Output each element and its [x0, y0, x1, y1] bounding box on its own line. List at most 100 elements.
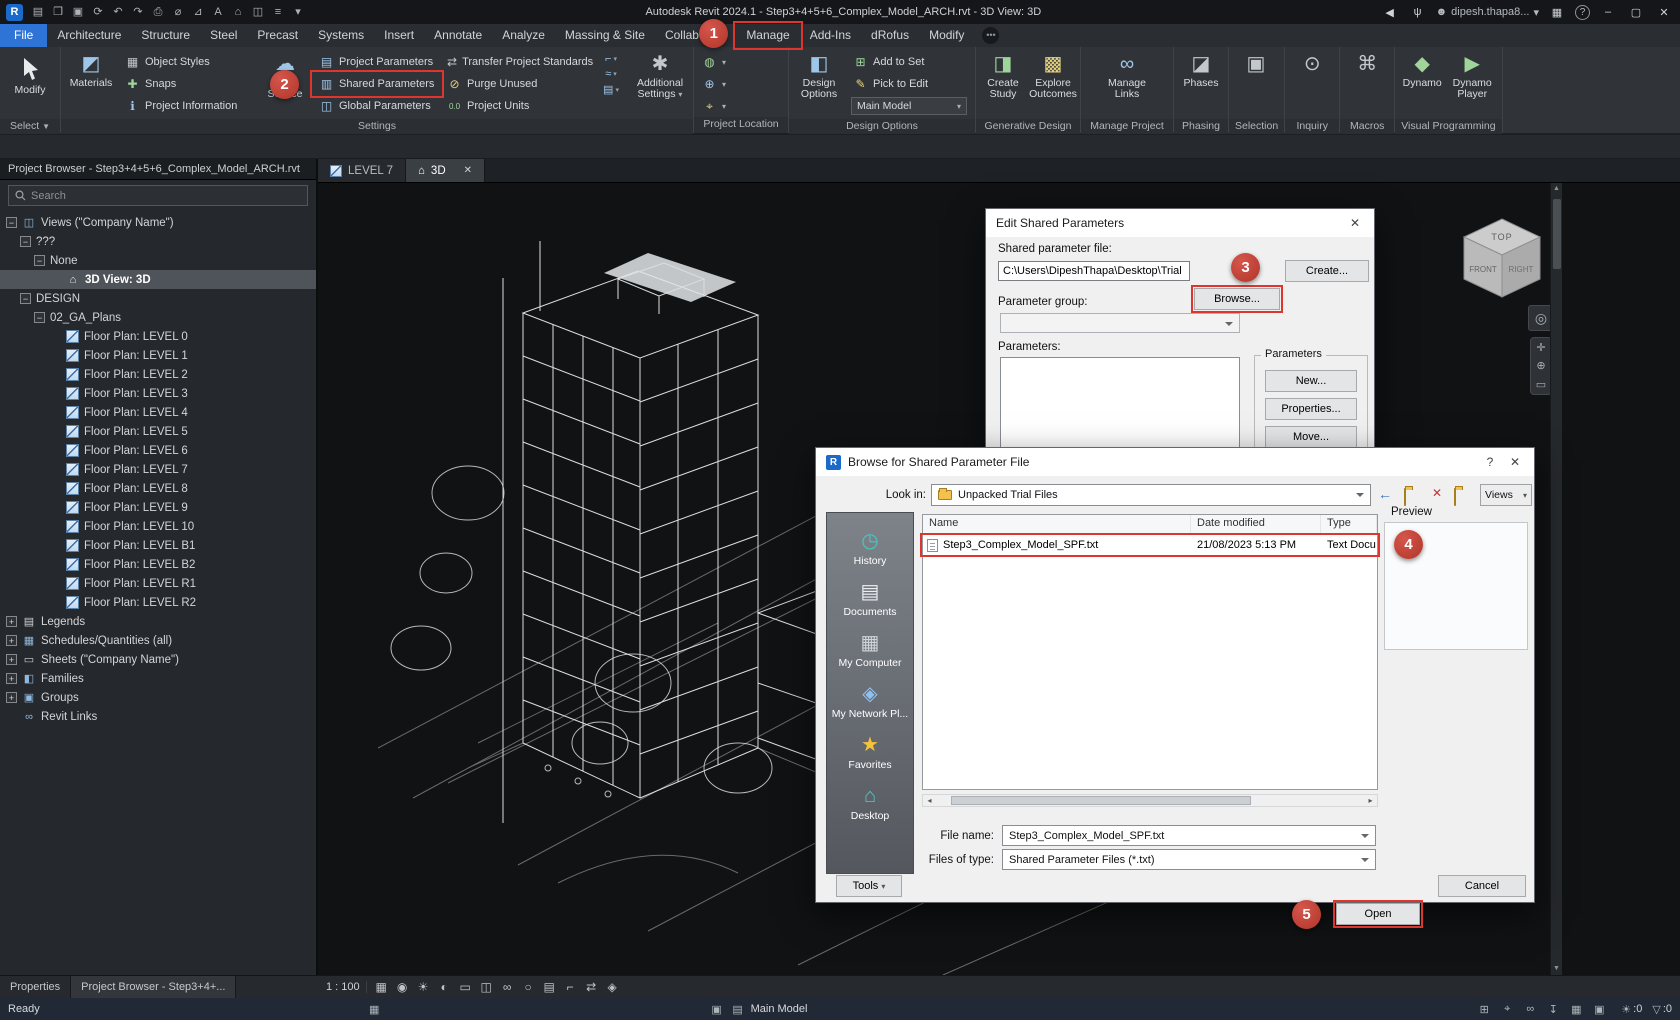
column-name[interactable]: Name [923, 515, 1191, 533]
move-parameter-button[interactable]: Move... [1265, 426, 1357, 448]
project-browser-search[interactable] [8, 185, 308, 206]
default-3d-view-icon[interactable]: ⌂ [229, 3, 247, 21]
manage-links-button[interactable]: ∞ ManageLinks [1099, 49, 1155, 119]
select-underlay-icon[interactable]: ▦ [1568, 1003, 1584, 1016]
app-menu-icon[interactable]: ▤ [29, 3, 47, 21]
location-button[interactable]: ◍▾ [696, 51, 786, 73]
open-button[interactable]: Open 5 [1336, 903, 1420, 925]
minimize-button[interactable]: – [1598, 6, 1618, 18]
tree-expander-icon[interactable]: − [34, 255, 45, 266]
worksharing-display-icon[interactable]: ⇄ [583, 980, 600, 994]
select-pinned-icon[interactable]: ↧ [1545, 1003, 1561, 1016]
tree-item-floor-plan-level-2[interactable]: Floor Plan: LEVEL 2 [0, 365, 316, 384]
show-crop-region-icon[interactable]: ◫ [478, 980, 495, 994]
explore-outcomes-button[interactable]: ▩ ExploreOutcomes [1028, 49, 1078, 119]
project-information-button[interactable]: ℹProject Information [119, 95, 257, 117]
object-styles-button[interactable]: ▦Object Styles [119, 51, 257, 73]
app-store-icon[interactable]: ▦ [1547, 6, 1567, 19]
scroll-left-icon[interactable]: ◂ [923, 795, 936, 806]
press-drag-icon[interactable]: ⌖ [1499, 1003, 1515, 1016]
save-selection-button[interactable]: ▣ [1231, 49, 1281, 119]
tree-item-ga-plans[interactable]: − 02_GA_Plans [0, 308, 316, 327]
tree-item-floor-plan-level-3[interactable]: Floor Plan: LEVEL 3 [0, 384, 316, 403]
shared-parameters-button[interactable]: ▥ Shared Parameters 2 [313, 73, 441, 95]
tree-expander-icon[interactable]: + [6, 692, 17, 703]
active-design-option-status[interactable]: ▣ ▤ Main Model [709, 1003, 808, 1016]
materials-button[interactable]: ◩ Materials [63, 49, 119, 119]
dialog-help-icon[interactable]: ? [1481, 455, 1499, 469]
scroll-right-icon[interactable]: ▸ [1364, 795, 1377, 806]
communicate-icon[interactable]: ◈ [604, 980, 621, 994]
search-input[interactable] [31, 190, 301, 202]
select-by-face-icon[interactable]: ▣ [1591, 1003, 1607, 1016]
purge-unused-button[interactable]: ⊘Purge Unused [441, 73, 593, 95]
tree-item-floor-plan-level-0[interactable]: Floor Plan: LEVEL 0 [0, 327, 316, 346]
browse-button[interactable]: Browse... 3 [1194, 288, 1280, 310]
ribbon-back-icon[interactable]: ◀ [1380, 6, 1400, 19]
tree-expander-icon[interactable]: + [6, 635, 17, 646]
help-icon[interactable]: ? [1575, 5, 1590, 20]
scrollbar-thumb[interactable] [951, 796, 1251, 805]
tree-item-groups[interactable]: + ▣ Groups [0, 688, 316, 707]
zoom-extents-icon[interactable]: ▭ [1536, 378, 1546, 391]
customize-qat-icon[interactable]: ▾ [289, 3, 307, 21]
text-note-icon[interactable]: A [209, 3, 227, 21]
tree-item-families[interactable]: + ◧ Families [0, 669, 316, 688]
tree-expander-icon[interactable]: + [6, 654, 17, 665]
panel-schedule-templates-button[interactable]: ▤▾ [603, 83, 619, 96]
active-design-option-select[interactable]: Main Model▾ [851, 97, 967, 115]
column-type[interactable]: Type [1321, 515, 1377, 533]
tree-item-floor-plan-level-7[interactable]: Floor Plan: LEVEL 7 [0, 460, 316, 479]
maximize-button[interactable]: ▢ [1626, 6, 1646, 19]
new-parameter-button[interactable]: New... [1265, 370, 1357, 392]
project-browser-header[interactable]: Project Browser - Step3+4+5+6_Complex_Mo… [0, 159, 316, 180]
close-icon[interactable]: ✕ [1506, 455, 1524, 469]
tree-item-floor-plan-level-4[interactable]: Floor Plan: LEVEL 4 [0, 403, 316, 422]
navigation-bar[interactable]: ✛ ⊕ ▭ [1530, 337, 1552, 395]
scroll-up-icon[interactable]: ▲ [1551, 183, 1562, 195]
temporary-hide-isolate-icon[interactable]: ∞ [499, 980, 516, 994]
sync-with-central-icon[interactable]: ⟳ [89, 3, 107, 21]
ids-of-selection-button[interactable]: ⊙ [1287, 49, 1337, 119]
tree-item-discipline[interactable]: − ??? [0, 232, 316, 251]
phases-button[interactable]: ◪ Phases [1176, 49, 1226, 119]
tree-item-schedules[interactable]: + ▦ Schedules/Quantities (all) [0, 631, 316, 650]
tab-annotate[interactable]: Annotate [424, 24, 492, 47]
create-study-button[interactable]: ◨ CreateStudy [978, 49, 1028, 119]
tab-drofus[interactable]: dRofus [861, 24, 919, 47]
shadows-icon[interactable]: ◐ [436, 980, 453, 994]
my-network-icon[interactable]: ◈ My Network Pl... [827, 676, 913, 727]
reveal-hidden-elements-icon[interactable]: ○ [520, 980, 537, 994]
ribbon-display-toggle-icon[interactable]: ••• [982, 27, 999, 44]
tree-expander-icon[interactable]: + [6, 616, 17, 627]
tree-item-3d-view[interactable]: ⌂ 3D View: 3D [0, 270, 316, 289]
open-file-icon[interactable]: ❒ [49, 3, 67, 21]
cancel-button[interactable]: Cancel [1438, 875, 1526, 897]
tree-item-revit-links[interactable]: ∞ Revit Links [0, 707, 316, 726]
mep-settings-button[interactable]: ≈▾ [605, 68, 617, 80]
tree-item-floor-plan-level-5[interactable]: Floor Plan: LEVEL 5 [0, 422, 316, 441]
print-icon[interactable]: ⎙ [149, 3, 167, 21]
detail-level-icon[interactable]: ▦ [373, 980, 390, 994]
browse-dialog-titlebar[interactable]: R Browse for Shared Parameter File ? ✕ [816, 448, 1534, 476]
tab-analyze[interactable]: Analyze [492, 24, 555, 47]
tree-item-floor-plan-level-r2[interactable]: Floor Plan: LEVEL R2 [0, 593, 316, 612]
project-units-button[interactable]: 0.0Project Units [441, 95, 593, 117]
background-processes-count[interactable]: ☀:0 [1621, 1003, 1642, 1016]
measure-icon[interactable]: ⌀ [169, 3, 187, 21]
files-of-type-select[interactable]: Shared Parameter Files (*.txt) [1002, 849, 1376, 870]
tab-steel[interactable]: Steel [200, 24, 247, 47]
modify-button[interactable]: Modify [2, 49, 58, 119]
tree-item-floor-plan-level-b1[interactable]: Floor Plan: LEVEL B1 [0, 536, 316, 555]
aligned-dimension-icon[interactable]: ⊿ [189, 3, 207, 21]
tab-manage[interactable]: Manage 1 [736, 24, 799, 47]
dynamo-player-button[interactable]: ▶ DynamoPlayer [1447, 49, 1497, 119]
tree-item-floor-plan-level-6[interactable]: Floor Plan: LEVEL 6 [0, 441, 316, 460]
tree-expander-icon[interactable]: + [6, 673, 17, 684]
scroll-down-icon[interactable]: ▼ [1551, 963, 1562, 975]
horizontal-scrollbar[interactable]: ◂ ▸ [922, 794, 1378, 807]
tab-modify[interactable]: Modify [919, 24, 974, 47]
create-button[interactable]: Create... [1285, 260, 1369, 282]
file-name-input[interactable]: Step3_Complex_Model_SPF.txt [1002, 825, 1376, 846]
column-date-modified[interactable]: Date modified [1191, 515, 1321, 533]
